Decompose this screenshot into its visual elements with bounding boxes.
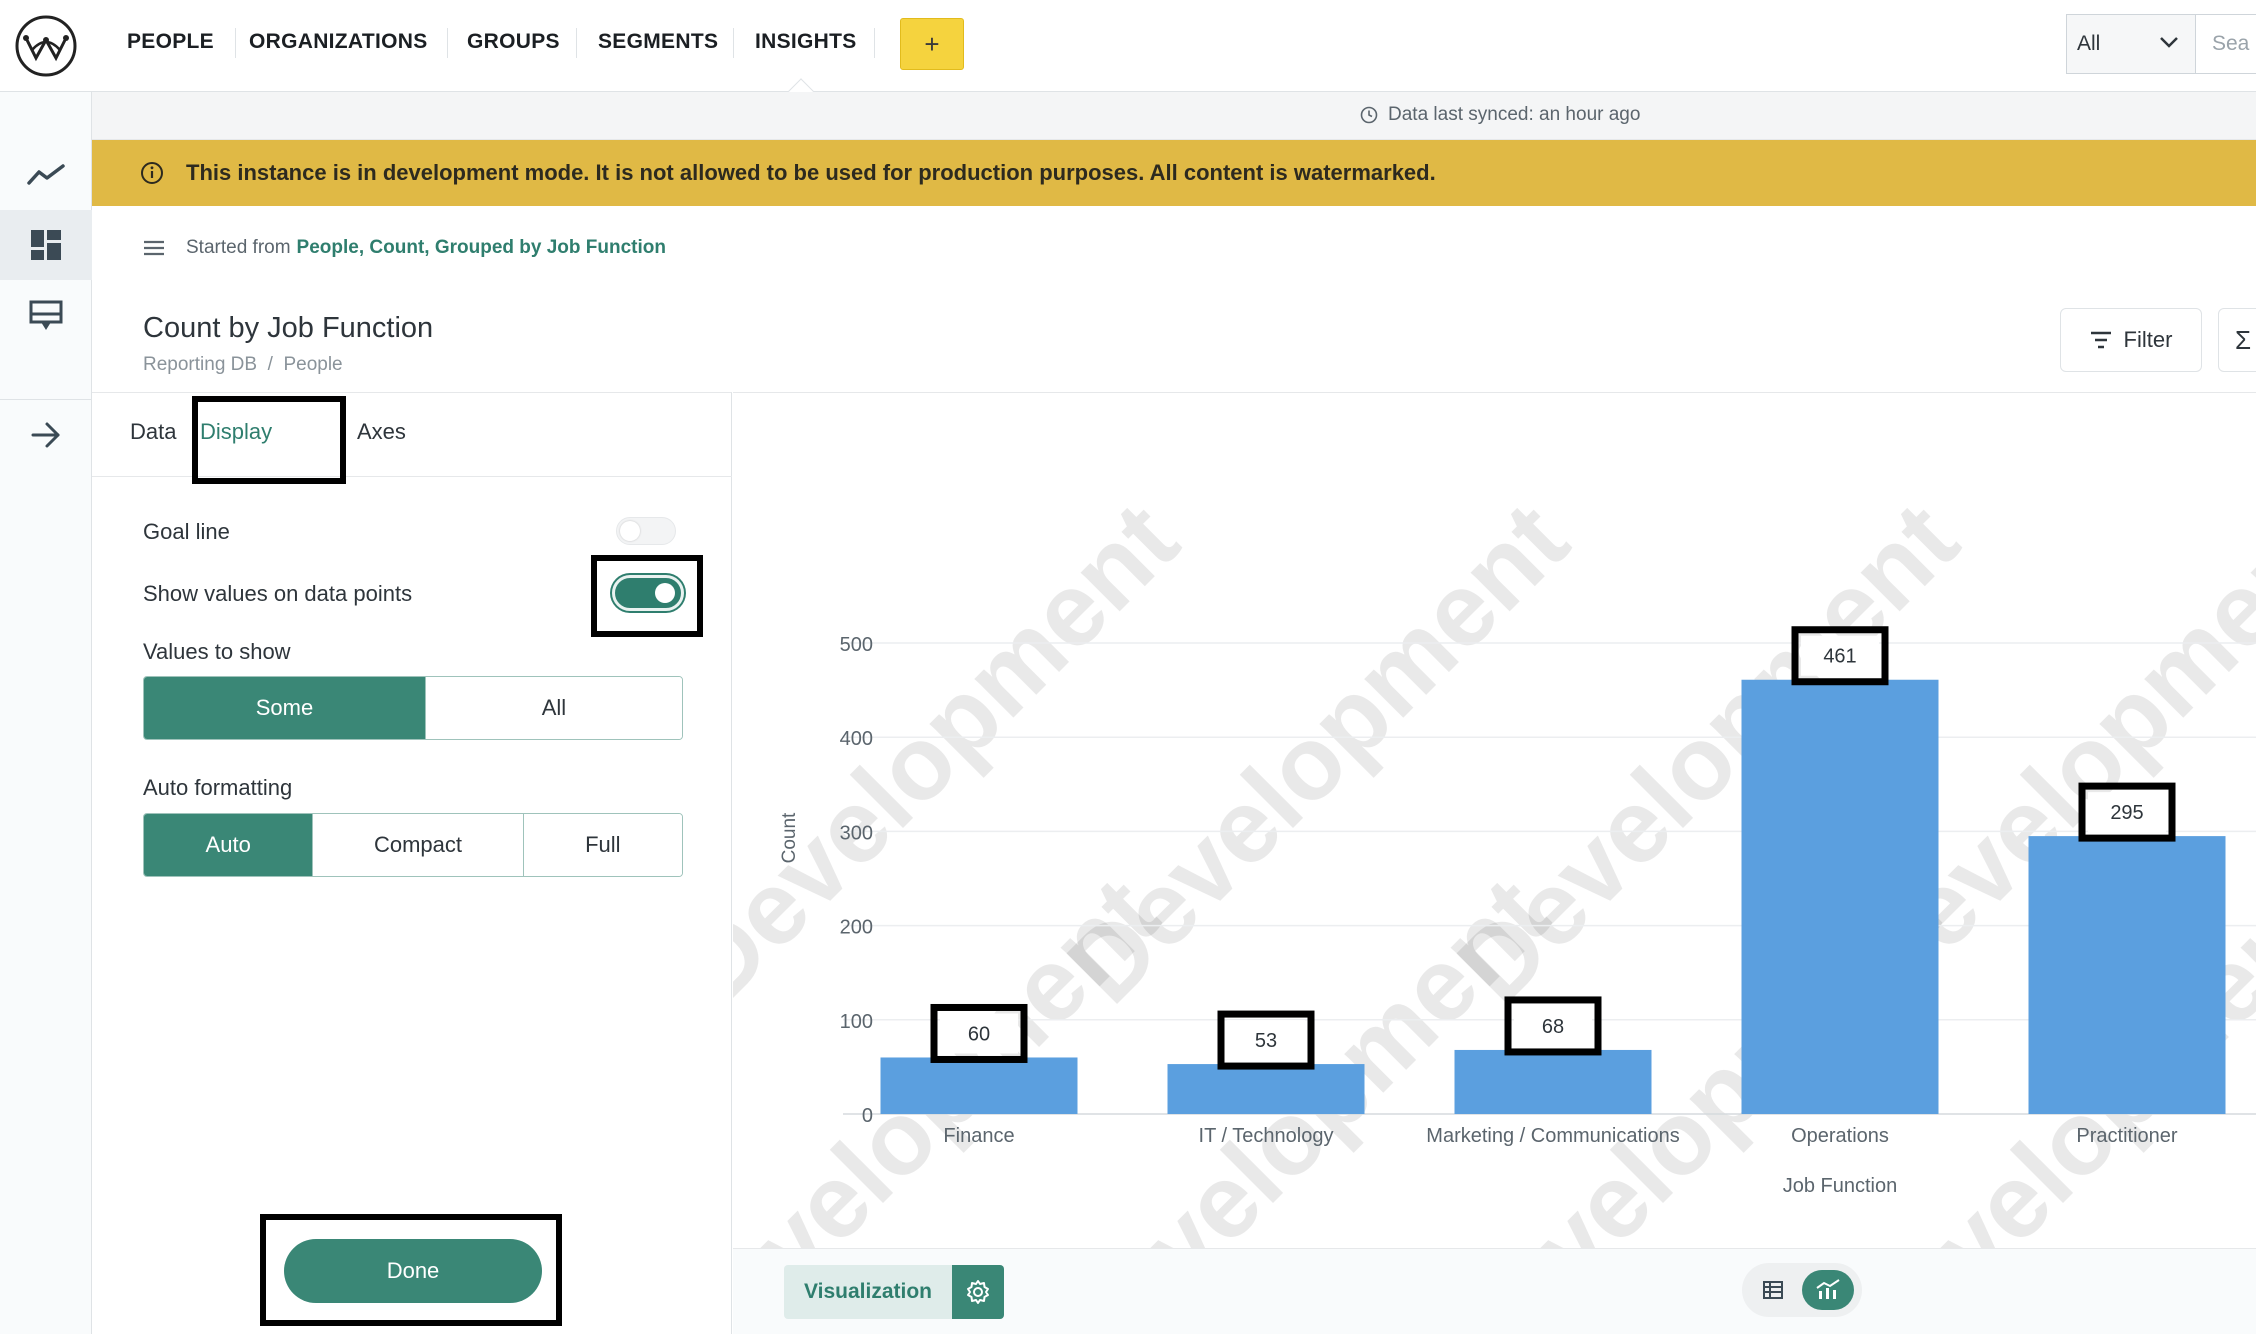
presentation-icon (29, 300, 63, 330)
rail-insights[interactable] (0, 140, 92, 210)
app-logo[interactable] (0, 0, 92, 92)
table-view-icon[interactable] (1756, 1273, 1790, 1307)
x-tick-label: Practitioner (2076, 1125, 2177, 1147)
scope-select-value: All (2077, 32, 2101, 55)
visualization-label: Visualization (784, 1265, 952, 1319)
rail-expand[interactable] (0, 400, 92, 470)
y-tick-label: 0 (862, 1105, 873, 1127)
nav-groups[interactable]: GROUPS (467, 30, 560, 54)
x-tick-label: IT / Technology (1199, 1125, 1334, 1147)
nav-divider (235, 28, 236, 58)
banner-text: This instance is in development mode. It… (186, 160, 1436, 185)
top-nav: PEOPLE ORGANIZATIONS GROUPS SEGMENTS INS… (92, 0, 2256, 104)
visualization-button[interactable]: Visualization (784, 1265, 1004, 1319)
filter-label: Filter (2123, 327, 2173, 352)
values-all-option[interactable]: All (425, 677, 682, 739)
question-title: Count by Job Function (143, 312, 434, 344)
data-label: 461 (1823, 646, 1856, 668)
data-label: 295 (2110, 802, 2143, 824)
highlight-box (260, 1214, 562, 1326)
y-tick-label: 400 (840, 728, 873, 750)
search-input[interactable]: Sea (2196, 14, 2256, 74)
x-tick-label: Operations (1791, 1125, 1889, 1147)
bar (1454, 1049, 1652, 1114)
sync-bar: Data last synced: an hour ago (92, 92, 2256, 140)
nav-organizations[interactable]: ORGANIZATIONS (249, 30, 428, 54)
goal-line-label: Goal line (143, 519, 230, 544)
highlight-box (591, 555, 703, 637)
bar (2028, 836, 2226, 1114)
scope-select[interactable]: All (2066, 14, 2196, 74)
x-axis-label: Job Function (1783, 1175, 1898, 1197)
format-compact-option[interactable]: Compact (313, 814, 524, 876)
rail-presentations[interactable] (0, 282, 92, 352)
values-some-option[interactable]: Some (144, 677, 426, 739)
nav-insights[interactable]: INSIGHTS (755, 30, 857, 54)
auto-formatting-control: Auto Compact Full (143, 813, 683, 877)
data-label: 68 (1542, 1016, 1564, 1038)
display-settings-panel: Data Display Axes Goal line Show values … (92, 392, 732, 1334)
started-from-row: Started from People, Count, Grouped by J… (92, 206, 2256, 290)
sync-text: Data last synced: an hour ago (1388, 104, 1641, 125)
view-toggle (1742, 1263, 1862, 1317)
question-breadcrumb[interactable]: Reporting DB / People (143, 354, 343, 376)
chart-footer: Visualization (733, 1248, 2256, 1334)
chevron-down-icon (2160, 37, 2178, 48)
sync-status: Data last synced: an hour ago (1360, 104, 1640, 126)
gear-icon[interactable] (951, 1265, 1004, 1319)
dev-mode-banner: This instance is in development mode. It… (92, 140, 2256, 206)
rail-dashboards[interactable] (0, 210, 92, 280)
settings-tabs: Data Display Axes (92, 393, 732, 477)
values-to-show-control: Some All (143, 676, 683, 740)
tab-data[interactable]: Data (130, 419, 176, 445)
goal-line-toggle[interactable] (616, 517, 676, 545)
bar (880, 1057, 1078, 1114)
clock-icon (1360, 106, 1378, 124)
y-tick-label: 200 (840, 917, 873, 939)
trend-line-icon (27, 164, 65, 185)
y-tick-label: 300 (840, 822, 873, 844)
x-tick-label: Marketing / Communications (1426, 1125, 1679, 1147)
format-full-option[interactable]: Full (523, 814, 682, 876)
started-from-link[interactable]: People, Count, Grouped by Job Function (297, 237, 666, 259)
menu-icon[interactable] (144, 240, 164, 256)
logo-icon (15, 15, 77, 76)
data-label: 60 (968, 1023, 990, 1045)
y-axis-label: Count (779, 812, 800, 863)
search-placeholder: Sea (2212, 32, 2250, 55)
info-icon (141, 162, 163, 184)
highlight-box (192, 396, 346, 484)
values-to-show-label: Values to show (143, 639, 291, 664)
dashboard-grid-icon (31, 230, 61, 260)
sigma-icon: Σ (2235, 324, 2252, 355)
started-from-prefix: Started from (186, 237, 291, 258)
summarize-button[interactable]: Σ (2218, 308, 2256, 372)
y-tick-label: 500 (840, 634, 873, 656)
nav-divider (733, 28, 734, 58)
data-label: 53 (1255, 1030, 1277, 1052)
bar (1741, 679, 1939, 1114)
tab-axes[interactable]: Axes (357, 419, 406, 445)
left-rail (0, 0, 92, 1334)
format-auto-option[interactable]: Auto (144, 814, 314, 876)
chart-view-icon[interactable] (1802, 1270, 1854, 1310)
nav-divider (874, 28, 875, 58)
nav-divider (447, 28, 448, 58)
y-tick-label: 100 (840, 1011, 873, 1033)
show-values-label: Show values on data points (143, 581, 413, 606)
bar-chart: DevelopmentDevelopmentDevelopmentDevelop… (733, 481, 2256, 1248)
bar (1167, 1064, 1365, 1114)
filter-icon (2090, 331, 2111, 349)
nav-divider (576, 28, 577, 58)
arrow-right-icon (31, 422, 60, 448)
nav-segments[interactable]: SEGMENTS (598, 30, 718, 54)
chart-area: Development Development Development Develop… (733, 392, 2256, 1248)
filter-button[interactable]: Filter (2060, 308, 2202, 372)
auto-formatting-label: Auto formatting (143, 775, 293, 800)
nav-people[interactable]: PEOPLE (127, 30, 214, 54)
x-tick-label: Finance (943, 1125, 1014, 1147)
add-button[interactable]: + (900, 18, 964, 70)
